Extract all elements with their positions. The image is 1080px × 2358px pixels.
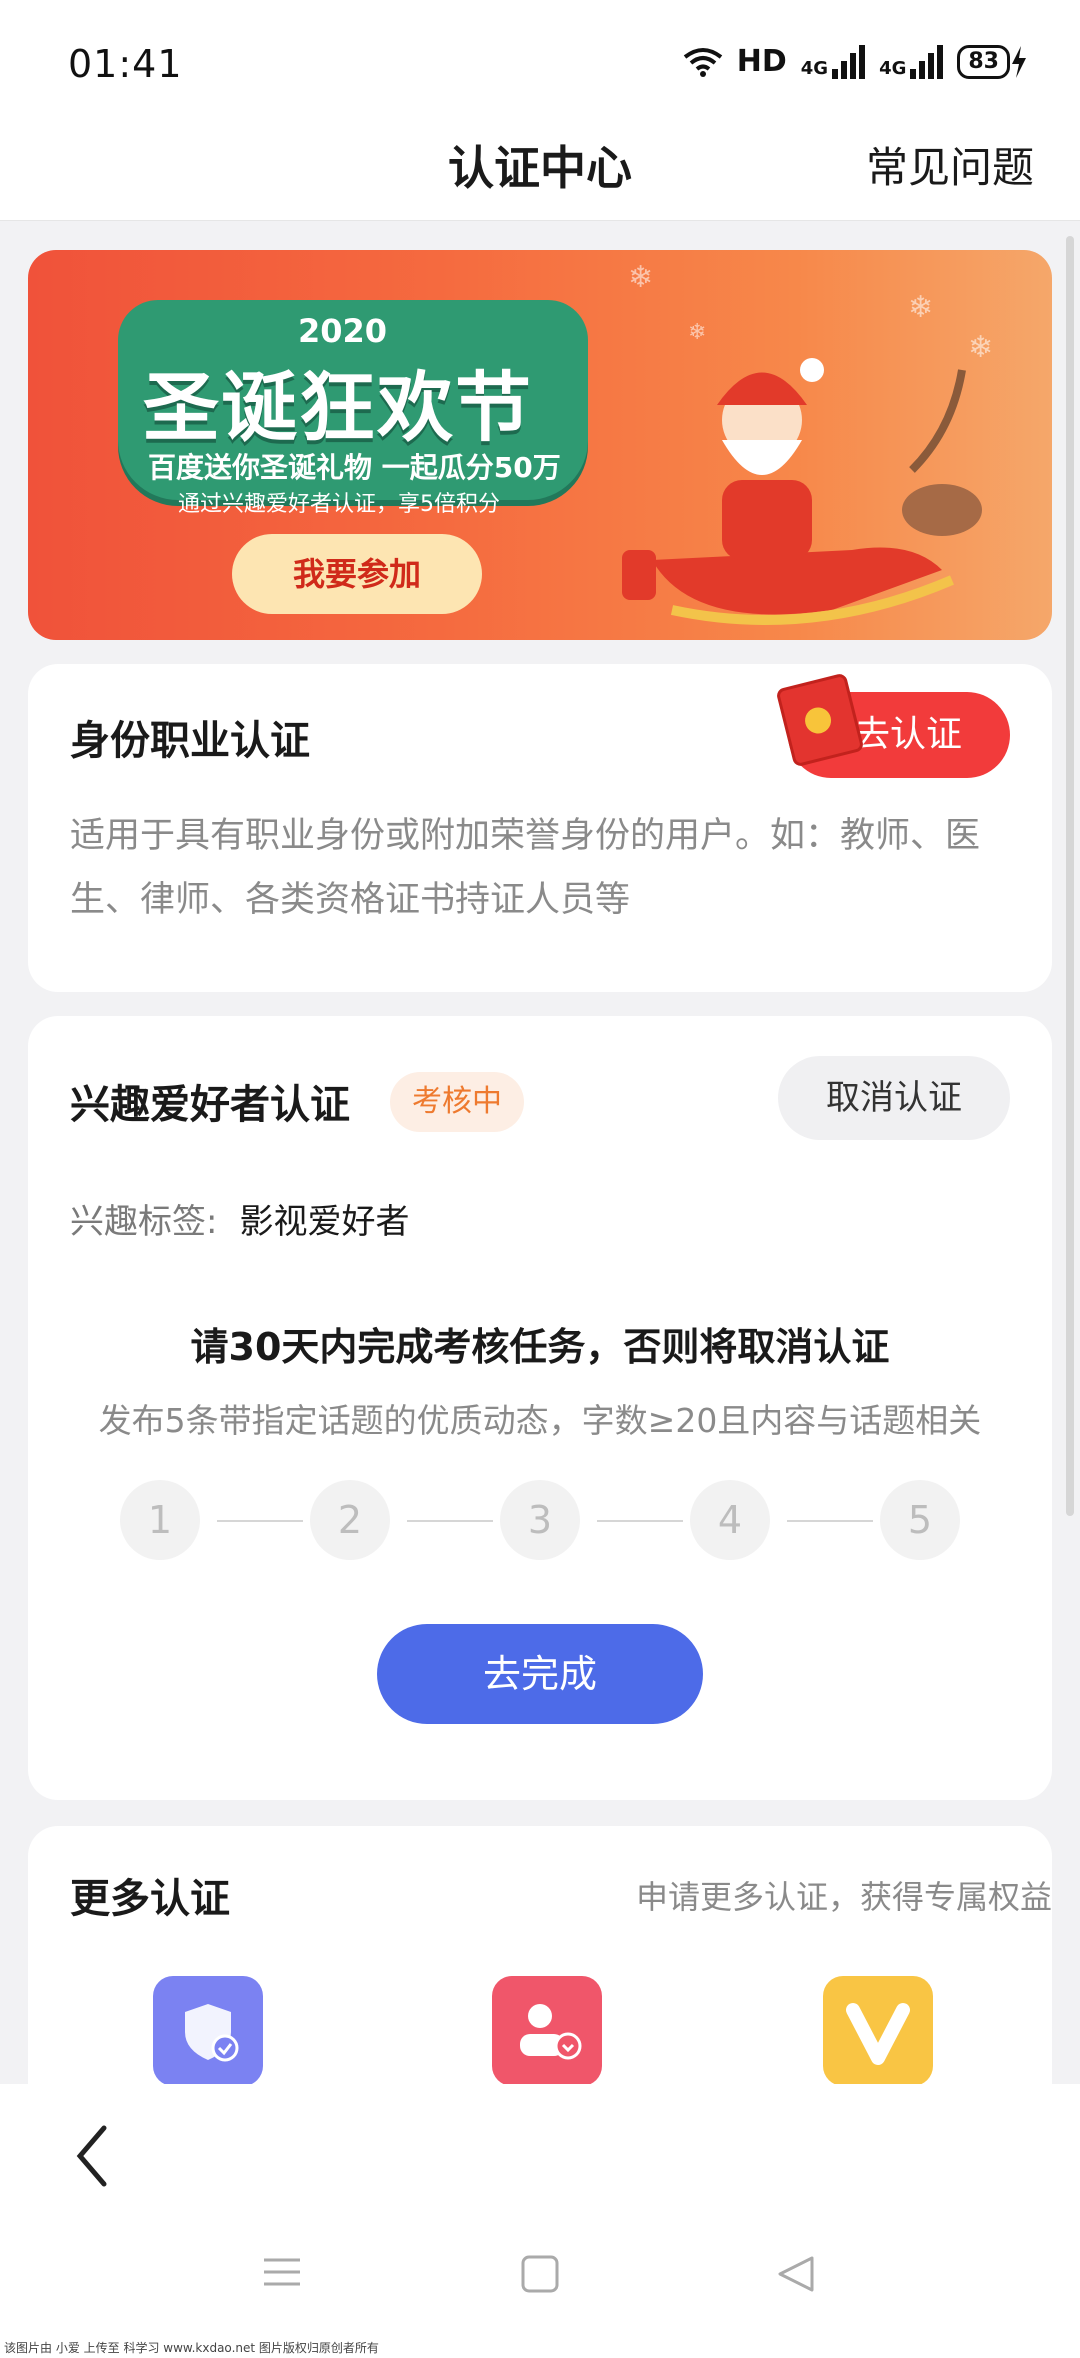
santa-sleigh-illustration xyxy=(622,358,982,625)
scrollbar[interactable] xyxy=(1066,236,1074,1516)
network-type-2: 4G xyxy=(879,57,907,79)
step-3: 3 xyxy=(500,1480,580,1560)
interest-tag-row: 兴趣标签: 影视爱好者 xyxy=(70,1194,409,1243)
step-connector xyxy=(217,1520,303,1522)
user-badge-icon[interactable] xyxy=(492,1976,602,2086)
task-title: 请30天内完成考核任务，否则将取消认证 xyxy=(190,1325,890,1369)
menu-icon[interactable] xyxy=(262,2254,302,2290)
banner-title: 圣诞狂欢节 xyxy=(143,363,533,452)
banner-subtitle-2: 通过兴趣爱好者认证，享5倍积分 xyxy=(178,492,500,517)
step-connector xyxy=(787,1520,873,1522)
step-connector xyxy=(407,1520,493,1522)
step-2: 2 xyxy=(310,1480,390,1560)
system-back-icon[interactable] xyxy=(776,2254,816,2294)
banner-subtitle: 百度送你圣诞礼物 一起瓜分50万 xyxy=(148,451,561,484)
interest-tag-label: 兴趣标签: xyxy=(70,1202,218,1242)
banner-year: 2020 xyxy=(298,312,388,350)
status-icons: HD 4G 4G 83 xyxy=(683,44,1028,79)
step-progress: 1 2 3 4 5 xyxy=(120,1480,960,1564)
status-bar: 01:41 HD 4G 4G 83 xyxy=(0,0,1080,120)
wifi-icon xyxy=(683,47,722,77)
christmas-banner[interactable]: ❄ ❄ ❄ ❄ 2020 圣诞狂欢节 百度送你圣诞礼物 一起瓜分50万 通过兴趣… xyxy=(28,250,1052,640)
identity-card-title: 身份职业认证 xyxy=(70,718,310,764)
hd-indicator: HD xyxy=(736,44,787,79)
signal-2-icon: 4G xyxy=(879,44,944,79)
identity-verification-card: 身份职业认证 去认证 适用于具有职业身份或附加荣誉身份的用户。如：教师、医生、律… xyxy=(28,664,1052,992)
nav-bar: 认证中心 常见问题 xyxy=(0,120,1080,221)
network-type-1: 4G xyxy=(800,57,829,79)
interest-verification-card: 兴趣爱好者认证 考核中 取消认证 兴趣标签: 影视爱好者 请30天内完成考核任务，… xyxy=(28,1016,1052,1800)
faq-link[interactable]: 常见问题 xyxy=(866,134,1034,195)
interest-card-title: 兴趣爱好者认证 xyxy=(70,1082,350,1128)
step-connector xyxy=(597,1520,683,1522)
step-4: 4 xyxy=(690,1480,770,1560)
back-arrow-icon[interactable] xyxy=(66,2116,126,2196)
red-packet-icon xyxy=(775,672,865,768)
interest-tag-value: 影视爱好者 xyxy=(239,1202,410,1242)
step-1: 1 xyxy=(120,1480,200,1560)
join-button[interactable]: 我要参加 xyxy=(232,534,482,614)
battery-icon: 83 xyxy=(957,44,1028,79)
snowflake-icon: ❄ xyxy=(628,260,654,295)
identity-card-description: 适用于具有职业身份或附加荣誉身份的用户。如：教师、医生、律师、各类资格证书持证人… xyxy=(70,816,981,920)
status-badge: 考核中 xyxy=(390,1072,524,1132)
v-icon[interactable] xyxy=(823,1976,933,2086)
more-card-hint: 申请更多认证，获得专属权益 xyxy=(635,1878,1052,1916)
status-time: 01:41 xyxy=(68,42,183,86)
watermark-text: 该图片由 小爱 上传至 科学习 www.kxdao.net 图片版权归原创者所有 xyxy=(0,2338,1080,2358)
step-5: 5 xyxy=(880,1480,960,1560)
home-icon[interactable] xyxy=(520,2254,560,2294)
charging-icon xyxy=(1012,45,1026,78)
battery-level: 83 xyxy=(957,44,1010,79)
shield-check-icon[interactable] xyxy=(153,1976,263,2086)
task-description: 发布5条带指定话题的优质动态，字数≥20且内容与话题相关 xyxy=(98,1401,982,1440)
cancel-verification-button[interactable]: 取消认证 xyxy=(778,1056,1010,1140)
go-complete-button[interactable]: 去完成 xyxy=(377,1624,703,1724)
signal-1-icon: 4G xyxy=(800,44,866,79)
bottom-bar xyxy=(0,2084,1080,2358)
